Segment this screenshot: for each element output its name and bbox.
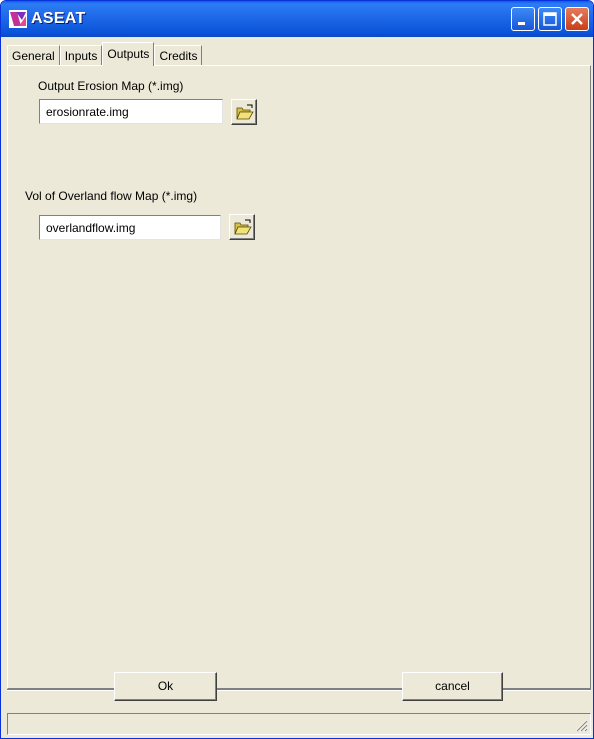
aseat-window: ASEAT General Inputs Outputs Credits Out… (0, 0, 594, 739)
erosion-map-label: Output Erosion Map (*.img) (38, 79, 184, 93)
open-folder-icon (236, 104, 254, 120)
tab-inputs[interactable]: Inputs (59, 45, 103, 66)
close-button[interactable] (565, 7, 589, 31)
tab-strip: General Inputs Outputs Credits (7, 42, 203, 66)
overland-flow-map-browse-button[interactable] (229, 214, 255, 240)
overland-flow-map-field[interactable] (39, 215, 221, 240)
window-title: ASEAT (31, 10, 86, 27)
ok-button[interactable]: Ok (114, 672, 217, 701)
erosion-map-field[interactable] (39, 99, 223, 124)
status-bar (7, 713, 591, 735)
tab-outputs[interactable]: Outputs (102, 42, 155, 66)
overland-flow-map-label: Vol of Overland flow Map (*.img) (25, 189, 198, 203)
maximize-button[interactable] (538, 7, 562, 31)
aseat-logo-icon (9, 10, 27, 28)
maximize-icon (543, 12, 557, 26)
outputs-panel (7, 65, 591, 689)
cancel-button[interactable]: cancel (402, 672, 503, 701)
title-bar[interactable]: ASEAT (1, 1, 593, 37)
tab-credits[interactable]: Credits (154, 45, 203, 66)
resize-grip-icon[interactable] (574, 718, 588, 732)
open-folder-icon (234, 219, 252, 235)
button-area-separator (7, 689, 591, 691)
tab-general[interactable]: General (7, 45, 60, 66)
minimize-icon (518, 22, 525, 25)
minimize-button[interactable] (511, 7, 535, 31)
close-icon (571, 13, 583, 25)
erosion-map-browse-button[interactable] (231, 99, 257, 125)
